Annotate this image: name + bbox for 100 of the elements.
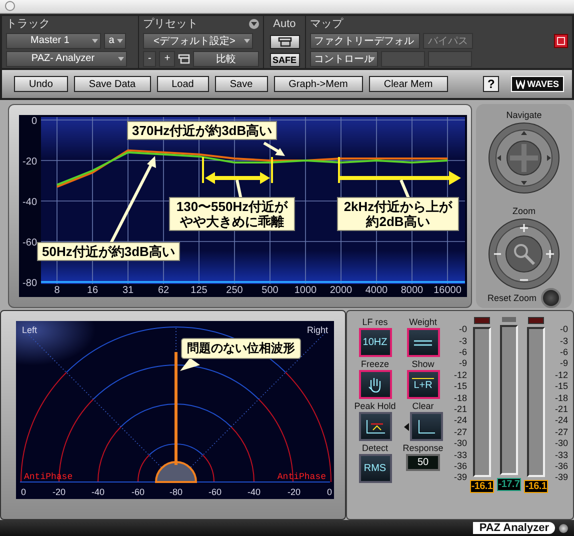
toolbar-button[interactable]: Clear Mem: [368, 76, 448, 92]
toolbar-button[interactable]: Undo: [14, 76, 68, 92]
y-tick-label: -20: [22, 156, 37, 168]
y-tick-label: -60: [22, 238, 37, 249]
scale-label: -24: [554, 415, 568, 427]
control-button[interactable]: RMS: [358, 454, 392, 484]
screw-icon: [559, 524, 568, 533]
copy-icon[interactable]: [178, 54, 190, 64]
scale-label: -40: [92, 487, 104, 498]
meter-reading: -17.7: [497, 478, 521, 492]
scale-label: -0: [560, 324, 568, 336]
map-dropdown[interactable]: ファクトリーデフォル: [310, 32, 420, 49]
help-button[interactable]: ?: [483, 76, 500, 92]
scale-label: -20: [52, 487, 66, 498]
pointer-icon: [404, 422, 408, 431]
plus-button[interactable]: +: [159, 50, 176, 67]
scale-label: -30: [454, 438, 467, 450]
windows-icon: [278, 36, 292, 47]
control-label: LF res: [362, 317, 388, 328]
caret-icon: [244, 38, 250, 43]
y-tick-label: 0: [31, 116, 37, 128]
slot-dropdown[interactable]: a: [104, 32, 126, 49]
toggle-button[interactable]: [554, 34, 568, 48]
scale-label: -80: [170, 487, 182, 498]
toolbar-button[interactable]: Save: [214, 76, 268, 92]
track-dropdown[interactable]: Master 1: [6, 32, 101, 49]
x-tick-label: 8000: [400, 285, 424, 296]
safe-button[interactable]: SAFE: [270, 52, 300, 67]
equals-icon: [414, 338, 432, 347]
scale-label: -39: [454, 472, 467, 484]
callout-pointer: [180, 358, 200, 372]
x-tick-label: 2000: [330, 285, 352, 296]
logo: WAVES: [511, 76, 564, 92]
x-tick-label: 4000: [365, 285, 388, 296]
x-tick-label: 8: [54, 285, 60, 296]
scale-label: -6: [458, 346, 467, 358]
toolbar-button[interactable]: Save Data: [74, 76, 151, 92]
response-label: Response: [402, 443, 444, 454]
x-tick-label: 62: [158, 285, 170, 296]
compare-button[interactable]: 比較: [193, 50, 259, 67]
y-tick-label: -80: [22, 278, 37, 290]
scale-label: -3: [458, 336, 467, 347]
control-label: Weight: [409, 317, 437, 328]
scale-label: -9: [560, 358, 568, 370]
control-label: Freeze: [360, 359, 389, 370]
caret-icon: [118, 56, 124, 61]
caret-icon: [369, 56, 375, 61]
navigate-label: Navigate: [506, 110, 542, 120]
toolbar-button[interactable]: Load: [156, 76, 209, 92]
x-tick-label: 250: [226, 285, 243, 296]
plugin-dropdown[interactable]: PAZ- Analyzer: [6, 50, 127, 67]
scale-label: -33: [554, 450, 568, 461]
dropdown-icon[interactable]: [249, 18, 259, 29]
scale-label: -0: [458, 324, 467, 336]
meter-reading: -16.1: [524, 480, 548, 494]
control-button[interactable]: 10HZ: [358, 328, 392, 358]
reset-zoom-button[interactable]: [540, 288, 561, 308]
x-tick-label: 1000: [294, 285, 317, 296]
control-label: Peak Hold: [354, 401, 396, 412]
x-tick-label: 16: [86, 285, 98, 296]
control-button[interactable]: L+R: [406, 370, 440, 400]
scale-label: -21: [554, 404, 568, 416]
section-title: プリセット: [143, 16, 198, 31]
section-title: マップ: [310, 16, 344, 31]
scale-label: -12: [554, 370, 568, 382]
scale-label: 0: [21, 487, 26, 498]
chart-annotation: 130〜550Hz付近がやや大きめに乖離: [169, 197, 295, 232]
scale-label: -60: [208, 487, 222, 498]
meter-reading: -16.1: [470, 480, 494, 494]
control-button[interactable]: [358, 412, 392, 442]
x-tick-label: 125: [190, 285, 208, 296]
minus-button[interactable]: -: [143, 50, 156, 67]
scale-label: -15: [554, 381, 568, 393]
scale-label: -33: [454, 450, 467, 461]
scale-label: -21: [454, 404, 467, 416]
control-button[interactable]: [410, 412, 442, 442]
chart-annotation: 2kHz付近から上が約2dB高い: [337, 197, 459, 232]
response-field[interactable]: 50: [406, 454, 440, 472]
scale-label: -15: [454, 381, 467, 393]
control-button[interactable]: [358, 370, 392, 400]
x-tick-label: 16000: [434, 285, 462, 296]
section-title: トラック: [6, 16, 51, 31]
axes-icon: [417, 420, 435, 434]
toolbar-button[interactable]: Graph->Mem: [274, 76, 363, 92]
preset-dropdown[interactable]: <デフォルト設定>: [143, 32, 253, 49]
navigate-pad[interactable]: [488, 122, 560, 194]
x-tick-label: 500: [262, 285, 278, 296]
scale-label: -24: [454, 415, 467, 427]
plugin-title: PAZ Analyzer: [473, 522, 555, 534]
chart-annotation: 50Hz付近が約3dB高い: [37, 242, 180, 262]
zoom-dial[interactable]: [488, 218, 560, 290]
window-button[interactable]: [270, 34, 300, 49]
control-label: Show: [412, 359, 434, 370]
scale-label: -27: [454, 426, 467, 438]
x-tick-label: 31: [122, 285, 134, 296]
peak-hold-icon: [365, 420, 385, 434]
scale-label: -6: [560, 346, 568, 358]
zoom-label: Zoom: [512, 206, 536, 216]
caret-icon: [117, 38, 123, 43]
control-button[interactable]: [406, 328, 440, 358]
